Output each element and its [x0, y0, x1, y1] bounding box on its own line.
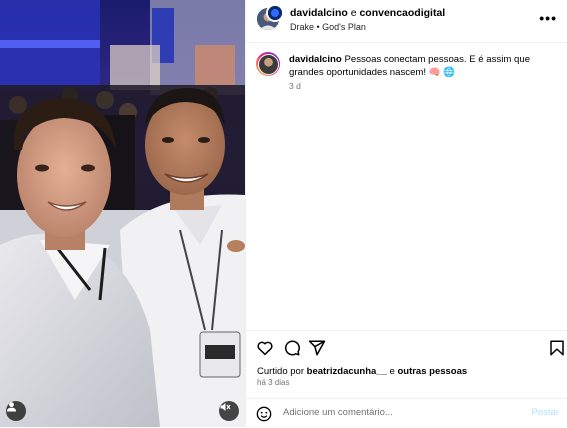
heart-icon[interactable]: [256, 339, 274, 357]
user-tag-icon: [6, 402, 17, 412]
comment-bar: Postar: [246, 398, 567, 428]
comment-icon[interactable]: [283, 339, 301, 357]
collaborator-username[interactable]: convencaodigital: [359, 7, 445, 19]
likes-middle: e: [389, 366, 395, 377]
author-username[interactable]: davidalcino: [290, 7, 348, 19]
post-timestamp[interactable]: há 3 dias: [257, 378, 289, 387]
header-conjunction: e: [350, 7, 357, 19]
action-bar: [246, 330, 567, 361]
more-options-button[interactable]: •••: [539, 10, 557, 26]
caption-avatar[interactable]: [256, 52, 280, 76]
collaborator-avatar-image: [268, 6, 282, 20]
instagram-post: davidalcino e convencaodigital Drake • G…: [0, 0, 567, 427]
header-usernames: davidalcino e convencaodigital: [290, 7, 445, 19]
caption-time: 3 d: [289, 81, 301, 91]
bookmark-icon[interactable]: [548, 339, 566, 357]
more-horizontal-icon: •••: [539, 10, 557, 26]
mute-button[interactable]: [219, 401, 239, 421]
likes-prefix: Curtido por: [257, 366, 304, 377]
mute-icon: [220, 403, 231, 411]
likes-user[interactable]: beatrizdacunha__: [307, 366, 387, 377]
post-photo[interactable]: [0, 0, 245, 427]
likes-others[interactable]: outras pessoas: [397, 366, 467, 377]
caption-text: davidalcino Pessoas conectam pessoas. E …: [289, 53, 557, 79]
selfie-image: [0, 0, 245, 427]
comment-input[interactable]: [283, 407, 513, 418]
collaborator-avatar[interactable]: [266, 4, 284, 22]
user-tag-button[interactable]: [6, 401, 26, 421]
caption-username[interactable]: davidalcino: [289, 54, 342, 65]
post-details-panel: davidalcino e convencaodigital Drake • G…: [245, 0, 567, 427]
share-icon[interactable]: [308, 339, 326, 357]
post-comment-button[interactable]: Postar: [532, 407, 559, 418]
likes-summary: Curtido por beatrizdacunha__ e outras pe…: [257, 366, 467, 377]
emoji-icon[interactable]: [256, 406, 272, 422]
post-header: davidalcino e convencaodigital Drake • G…: [246, 0, 567, 43]
music-label[interactable]: Drake • God's Plan: [290, 22, 366, 32]
